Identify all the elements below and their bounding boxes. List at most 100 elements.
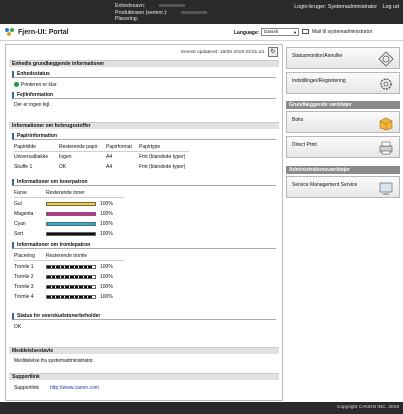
divider (14, 151, 189, 152)
drum-level-bar (46, 295, 96, 299)
paper-row-1-size: A4 (106, 154, 113, 160)
drum-percent: 100% (100, 264, 113, 270)
service-icon (379, 182, 393, 195)
toner-level-bar (46, 212, 96, 216)
device-status-text: Printeren er klar. (21, 82, 58, 88)
toner-percent: 100% (100, 221, 113, 227)
drum-level-bar (46, 285, 96, 289)
waste-toner-status: OK (14, 324, 22, 330)
paper-col-size: Papirformat (106, 144, 132, 150)
mail-icon (302, 29, 309, 34)
box-button[interactable]: Boks (286, 111, 400, 133)
toner-color-name: Sort (14, 231, 24, 237)
toner-color-name: Cyan (14, 221, 26, 227)
login-user: Login-bruger: Systemadministrator (294, 4, 377, 10)
portal-logo-icon (5, 28, 15, 37)
box-label: Boks (292, 117, 304, 123)
admin-tools-header: Administrationsværktøjer (286, 166, 400, 174)
status-monitor-icon (378, 51, 394, 67)
paper-col-type: Papirtype (139, 144, 161, 150)
service-management-button[interactable]: Service Management Service (286, 176, 400, 198)
paper-row-1-type: Fmt (blandede typer) (139, 154, 186, 160)
chevron-down-icon: ▼ (293, 30, 297, 35)
toner-color-name: Gul (14, 201, 22, 207)
error-info-text: Der er ingen fejl. (14, 102, 51, 108)
subsection-paper-info: Papirinformation (12, 133, 276, 140)
logout-link[interactable]: Log ud (383, 4, 400, 10)
title-bar: Fjern-UI: Portal Language: Danish ▼ Mail… (0, 24, 403, 41)
language-label: Language: (234, 30, 260, 36)
drum-name: Tromle 2 (14, 274, 34, 280)
drum-name: Tromle 1 (14, 264, 34, 270)
status-monitor-label: Statusmonitor/Annuller (292, 53, 343, 59)
product-name-value (181, 10, 208, 14)
section-message-board: Meddelelsestavle (9, 347, 279, 354)
paper-col-remaining: Resterende papir (59, 144, 98, 150)
paper-row-1-source: Universalbakke (14, 154, 49, 160)
status-ok-icon (14, 82, 19, 88)
subsection-drum-info: Informationer om tromlepatron (12, 242, 276, 249)
last-updated: Senest opdateret: 19/06 2019 03:01:44 (180, 50, 264, 55)
refresh-icon: ↻ (270, 49, 276, 55)
toner-level-bar (46, 232, 96, 236)
toner-col-color: Farve (14, 190, 27, 196)
paper-row-1-remaining: Ingen (59, 154, 72, 160)
settings-button[interactable]: Indstillinger/Registrering (286, 72, 400, 94)
drum-col-remaining: Resterende tromle (46, 253, 88, 259)
settings-label: Indstillinger/Registrering (292, 78, 346, 84)
main-panel: Senest opdateret: 19/06 2019 03:01:44 ↻ … (5, 44, 283, 401)
subsection-error-info: Fejlinformation (12, 92, 276, 99)
drum-percent: 100% (100, 294, 113, 300)
toner-col-remaining: Resterende toner (46, 190, 85, 196)
top-header: Enhedsnavn: Produktnavn (serienr.): Plac… (0, 0, 403, 24)
paper-row-2-type: Fmt (blandede typer) (139, 164, 186, 170)
toner-level-bar (46, 222, 96, 226)
toner-percent: 100% (100, 201, 113, 207)
device-name-label: Enhedsnavn: (115, 3, 146, 9)
support-label: Supportlink (14, 385, 40, 391)
product-name-label: Produktnavn (serienr.): (115, 9, 168, 16)
divider (14, 197, 124, 198)
drum-name: Tromle 3 (14, 284, 34, 290)
section-consumables: Informationer om forbrugsstoffer (9, 122, 279, 129)
basic-tools-header: Grundlæggende værktøjer (286, 101, 400, 109)
copyright: Copyright CANON INC. 2019 (336, 405, 399, 410)
drum-level-bar (46, 275, 96, 279)
drum-level-bar (46, 265, 96, 269)
drum-percent: 100% (100, 284, 113, 290)
direct-print-label: Direct Print (292, 142, 317, 148)
toner-percent: 100% (100, 231, 113, 237)
gear-icon (380, 78, 392, 90)
device-name-value (159, 4, 186, 8)
location-label: Placering: (115, 16, 139, 22)
direct-print-button[interactable]: Direct Print (286, 136, 400, 158)
login-info: Login-bruger: Systemadministrator Log ud (294, 4, 399, 10)
toner-percent: 100% (100, 211, 113, 217)
box-icon (379, 117, 393, 131)
refresh-button[interactable]: ↻ (268, 47, 278, 57)
status-monitor-button[interactable]: Statusmonitor/Annuller (286, 47, 400, 69)
device-info: Enhedsnavn: Produktnavn (serienr.): Plac… (115, 3, 208, 23)
paper-row-2-size: A4 (106, 164, 113, 170)
service-management-label: Service Management Service (292, 182, 358, 188)
paper-row-2-remaining: OK (59, 164, 67, 170)
page-title: Fjern-UI: Portal (18, 29, 69, 36)
drum-percent: 100% (100, 274, 113, 280)
language-value: Danish (264, 29, 279, 34)
language-select[interactable]: Danish ▼ (261, 28, 299, 36)
section-basic-info: Enhedis grundlæggende informationer (9, 60, 279, 67)
message-text: Meddelelse fra systemadministrator. (14, 358, 95, 364)
paper-col-source: Papirkilde (14, 144, 36, 150)
subsection-waste-toner: Status for overskudstonerbeholder (12, 313, 276, 320)
support-url-link[interactable]: http://www.canon.com (50, 385, 99, 391)
drum-col-location: Placering (14, 253, 35, 259)
subsection-device-status: Enhedsstatus (12, 71, 276, 78)
mail-admin-link[interactable]: Mail til systemadministrator (312, 29, 372, 35)
subsection-toner-info: Informationer om tonerpatron (12, 179, 276, 186)
paper-row-2-source: Skuffe 1 (14, 164, 33, 170)
section-support-link: Supportlink (9, 373, 279, 380)
divider (14, 260, 124, 261)
toner-level-bar (46, 202, 96, 206)
footer: Copyright CANON INC. 2019 (0, 402, 403, 414)
device-status-row: Printeren er klar. (14, 82, 58, 88)
